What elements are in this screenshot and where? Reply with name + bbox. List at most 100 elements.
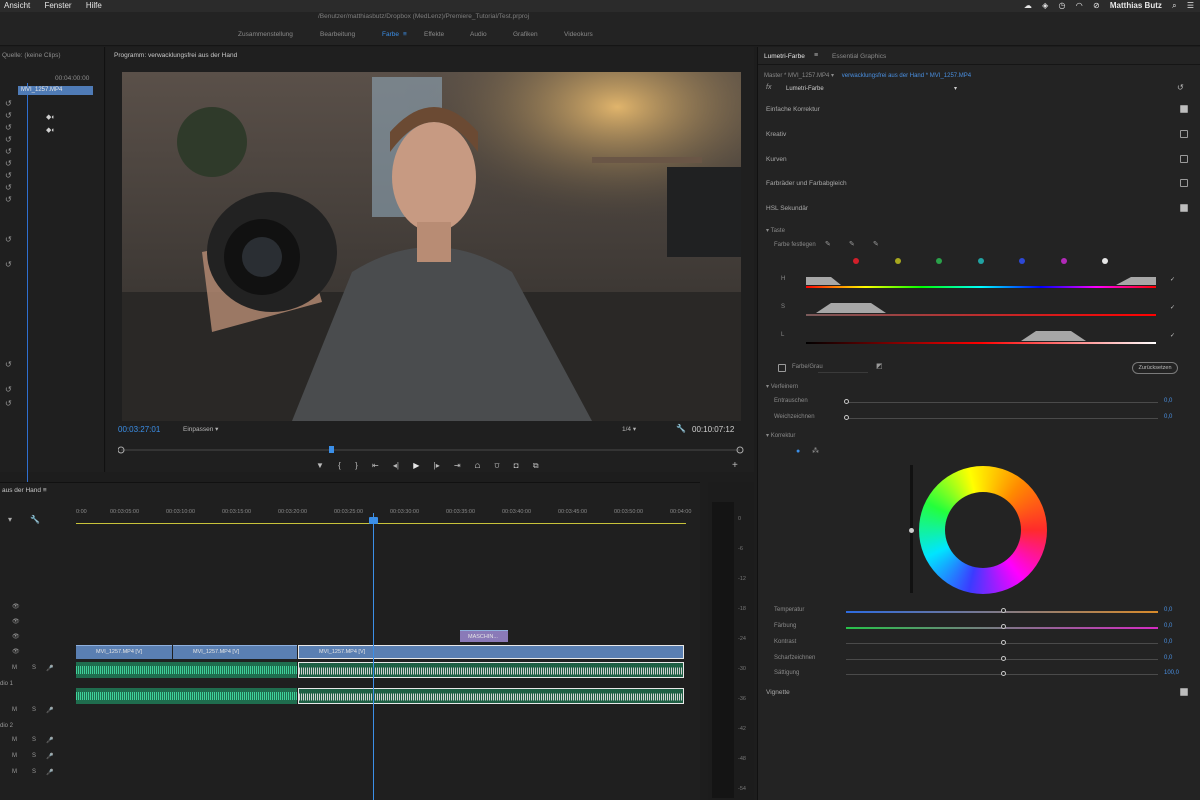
section-checkbox[interactable] <box>1180 204 1188 212</box>
clip-selector[interactable]: Master * MVI_1257.MP4 ▾ verwacklungsfrei… <box>764 72 971 79</box>
timeline-header[interactable]: aus der Hand ≡ <box>2 487 47 494</box>
section-checkbox[interactable] <box>1180 155 1188 163</box>
slider-knob[interactable] <box>1001 656 1006 661</box>
reset-button[interactable]: Zurücksetzen <box>1132 362 1178 374</box>
slider-knob[interactable] <box>844 415 849 420</box>
tab-bearbeitung[interactable]: Bearbeitung <box>320 31 355 38</box>
mute-button[interactable]: M <box>12 737 17 743</box>
three-wheel-icon[interactable]: ⁂ <box>812 447 819 455</box>
menu-hilfe[interactable]: Hilfe <box>86 0 102 12</box>
solo-button[interactable]: S <box>32 769 36 775</box>
reset-icon[interactable]: ↺ <box>5 159 12 168</box>
tab-videokurs[interactable]: Videokurs <box>564 31 593 38</box>
tab-farbe[interactable]: Farbe <box>382 31 399 38</box>
fx-icon[interactable]: fx <box>766 84 771 91</box>
step-forward-icon[interactable]: |▸ <box>434 461 440 470</box>
reset-icon[interactable]: ↺ <box>5 99 12 108</box>
refine-subsection[interactable]: ▾ Verfeinern <box>766 383 798 390</box>
section-checkbox[interactable] <box>1180 688 1188 696</box>
go-to-in-icon[interactable]: ⇤ <box>372 461 379 470</box>
section-checkbox[interactable] <box>1180 130 1188 138</box>
single-wheel-icon[interactable]: ● <box>796 448 800 455</box>
step-back-icon[interactable]: ◂| <box>393 461 399 470</box>
video-clip[interactable]: MVI_1257.MP4 [V] <box>76 645 172 659</box>
color-swatch[interactable] <box>977 258 984 264</box>
invert-mask-icon[interactable]: ◩ <box>876 362 883 370</box>
slider-value[interactable]: 0,0 <box>1164 607 1172 613</box>
zoom-fit-dropdown[interactable]: Einpassen ▾ <box>183 425 218 433</box>
color-swatch[interactable] <box>1019 258 1025 264</box>
playback-resolution-dropdown[interactable]: 1/4 ▾ <box>622 425 636 433</box>
wrench-icon[interactable]: 🔧 <box>30 515 40 524</box>
slider-track[interactable] <box>846 418 1158 419</box>
eye-icon[interactable]: 👁 <box>12 603 20 610</box>
color-swatch[interactable] <box>853 258 859 264</box>
tab-effekte[interactable]: Effekte <box>424 31 444 38</box>
keyframe-nav-icon[interactable]: ◆◐ <box>46 126 56 134</box>
color-swatch[interactable] <box>894 258 901 264</box>
slider-knob[interactable] <box>1001 640 1006 645</box>
luminance-knob[interactable] <box>909 528 914 533</box>
panel-menu-icon[interactable]: ≡ <box>814 52 818 59</box>
color-wheel[interactable] <box>918 465 1048 595</box>
slider-value[interactable]: 0,0 <box>1164 639 1172 645</box>
slider-knob[interactable] <box>1001 608 1006 613</box>
comparison-view-icon[interactable]: ⧉ <box>533 461 539 471</box>
section-checkbox[interactable] <box>1180 105 1188 113</box>
video-clip[interactable]: MVI_1257.MP4 [V] <box>173 645 297 659</box>
microphone-icon[interactable]: 🎤 <box>46 737 53 744</box>
audio-clip[interactable] <box>76 688 297 704</box>
nested-clip[interactable]: MASCHIN... <box>460 630 508 642</box>
user-name[interactable]: Matthias Butz <box>1110 1 1162 10</box>
tab-audio[interactable]: Audio <box>470 31 487 38</box>
section-checkbox[interactable] <box>1180 179 1188 187</box>
mask-checkbox[interactable] <box>778 364 786 372</box>
eyedropper-subtract-icon[interactable]: ✎ <box>873 240 879 248</box>
reset-icon[interactable]: ↺ <box>5 123 12 132</box>
program-scrub-bar[interactable] <box>118 445 744 455</box>
play-icon[interactable]: ▶ <box>413 461 419 470</box>
menu-list-icon[interactable]: ☰ <box>1187 1 1194 10</box>
tab-farbe-menu-icon[interactable]: ≡ <box>403 31 407 38</box>
mute-button[interactable]: M <box>12 753 17 759</box>
reset-icon[interactable]: ↺ <box>5 195 12 204</box>
slider-value[interactable]: 0,0 <box>1164 414 1172 420</box>
eyedropper-add-icon[interactable]: ✎ <box>849 240 855 248</box>
keyframe-nav-icon[interactable]: ◆◐ <box>46 113 56 121</box>
reset-icon[interactable]: ↺ <box>5 147 12 156</box>
wifi-icon[interactable]: ◠ <box>1076 1 1083 10</box>
solo-button[interactable]: S <box>32 665 36 671</box>
audio-clip-selected[interactable] <box>298 662 684 678</box>
add-button-icon[interactable]: + <box>732 460 738 471</box>
checkmark-icon[interactable]: ✓ <box>1170 304 1175 311</box>
tab-lumetri-farbe[interactable]: Lumetri-Farbe <box>764 53 805 60</box>
microphone-icon[interactable]: 🎤 <box>46 753 53 760</box>
eyedropper-icon[interactable]: ✎ <box>825 240 831 248</box>
reset-icon[interactable]: ↺ <box>5 183 12 192</box>
section-hsl-sekundaer[interactable]: HSL Sekundär <box>766 204 1188 212</box>
mark-out-icon[interactable]: } <box>355 461 358 470</box>
export-frame-icon[interactable]: ◘ <box>514 461 519 470</box>
effect-dropdown[interactable]: Lumetri-Farbe ▾ <box>776 84 961 94</box>
audio-clip[interactable] <box>76 662 297 678</box>
wrench-icon[interactable]: 🔧 <box>676 424 686 433</box>
section-kreativ[interactable]: Kreativ <box>766 130 1188 138</box>
tab-grafiken[interactable]: Grafiken <box>513 31 538 38</box>
mask-mode-dropdown[interactable] <box>818 363 868 373</box>
tab-zusammenstellung[interactable]: Zusammenstellung <box>238 31 293 38</box>
time-machine-icon[interactable]: ◷ <box>1059 1 1066 10</box>
audio-clip-selected[interactable] <box>298 688 684 704</box>
section-vignette[interactable]: Vignette <box>766 688 1188 696</box>
timeline-ruler[interactable]: 0:00 00:03:05:00 00:03:10:00 00:03:15:00… <box>76 509 691 525</box>
reset-icon[interactable]: ↺ <box>5 360 12 369</box>
mark-in-icon[interactable]: { <box>338 461 341 470</box>
correction-subsection[interactable]: ▾ Korrektur <box>766 432 795 439</box>
eye-icon[interactable]: 👁 <box>12 618 20 625</box>
master-clip-name[interactable]: Master * MVI_1257.MP4 <box>764 73 829 79</box>
slider-knob[interactable] <box>1001 624 1006 629</box>
extract-icon[interactable]: ⩌ <box>494 461 499 471</box>
solo-button[interactable]: S <box>32 753 36 759</box>
lift-icon[interactable]: ⩍ <box>475 461 480 471</box>
color-swatch[interactable] <box>1060 258 1067 264</box>
go-to-out-icon[interactable]: ⇥ <box>454 461 461 470</box>
